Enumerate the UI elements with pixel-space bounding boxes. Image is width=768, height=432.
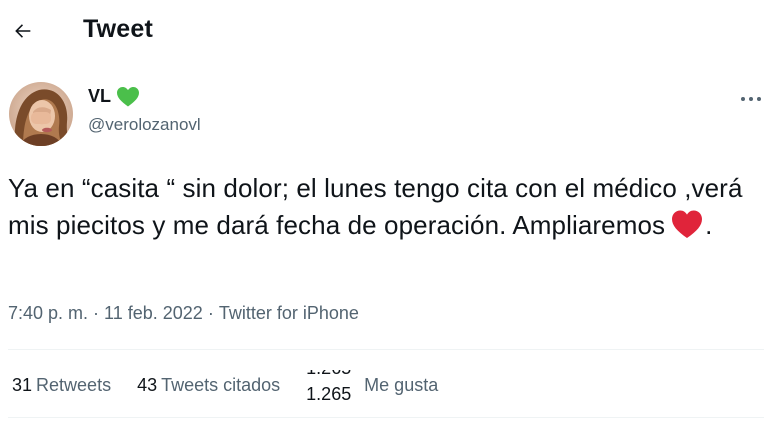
author-name-row[interactable]: VL bbox=[88, 86, 140, 107]
likes-count: 1.265 bbox=[306, 384, 352, 400]
author-display-name: VL bbox=[88, 86, 112, 106]
retweets-count: 31 bbox=[12, 374, 33, 395]
likes-stat[interactable]: 1.265 1.265 Me gusta bbox=[306, 370, 438, 400]
tweet-source[interactable]: Twitter for iPhone bbox=[219, 303, 359, 324]
page-title: Tweet bbox=[83, 15, 153, 43]
quotes-label: Tweets citados bbox=[161, 374, 281, 395]
avatar-image bbox=[9, 82, 73, 146]
top-bar: Tweet bbox=[0, 0, 768, 64]
likes-count-previous: 1.265 bbox=[306, 370, 351, 379]
tweet-time[interactable]: 7:40 p. m. bbox=[8, 303, 88, 324]
tweet-date[interactable]: 11 feb. 2022 bbox=[104, 303, 203, 324]
likes-label: Me gusta bbox=[364, 374, 439, 395]
red-heart-icon bbox=[672, 210, 703, 238]
back-button[interactable] bbox=[6, 14, 40, 48]
tweet-text: Ya en “casita “ sin dolor; el lunes teng… bbox=[8, 170, 748, 244]
author-handle[interactable]: @verolozanovl bbox=[88, 115, 201, 135]
more-horizontal-icon bbox=[741, 97, 761, 101]
retweets-label: Retweets bbox=[36, 374, 112, 395]
quotes-count: 43 bbox=[137, 374, 158, 395]
tweet-text-end: . bbox=[705, 210, 713, 240]
tweet-stats: 31 Retweets 43 Tweets citados 1.265 1.26… bbox=[12, 370, 438, 400]
quotes-stat[interactable]: 43 Tweets citados bbox=[137, 375, 280, 396]
back-arrow-icon bbox=[15, 24, 31, 38]
green-heart-icon bbox=[117, 87, 140, 107]
tweet-text-body: Ya en “casita “ sin dolor; el lunes teng… bbox=[8, 173, 743, 240]
divider bbox=[8, 349, 764, 350]
meta-separator: · bbox=[202, 303, 219, 323]
avatar[interactable] bbox=[9, 82, 73, 146]
meta-separator: · bbox=[88, 303, 105, 323]
divider bbox=[8, 417, 764, 418]
more-options-button[interactable] bbox=[736, 86, 766, 112]
tweet-meta: 7:40 p. m. · 11 feb. 2022 · Twitter for … bbox=[8, 303, 359, 324]
retweets-stat[interactable]: 31 Retweets bbox=[12, 375, 111, 396]
likes-count-ticker: 1.265 1.265 bbox=[306, 370, 360, 400]
